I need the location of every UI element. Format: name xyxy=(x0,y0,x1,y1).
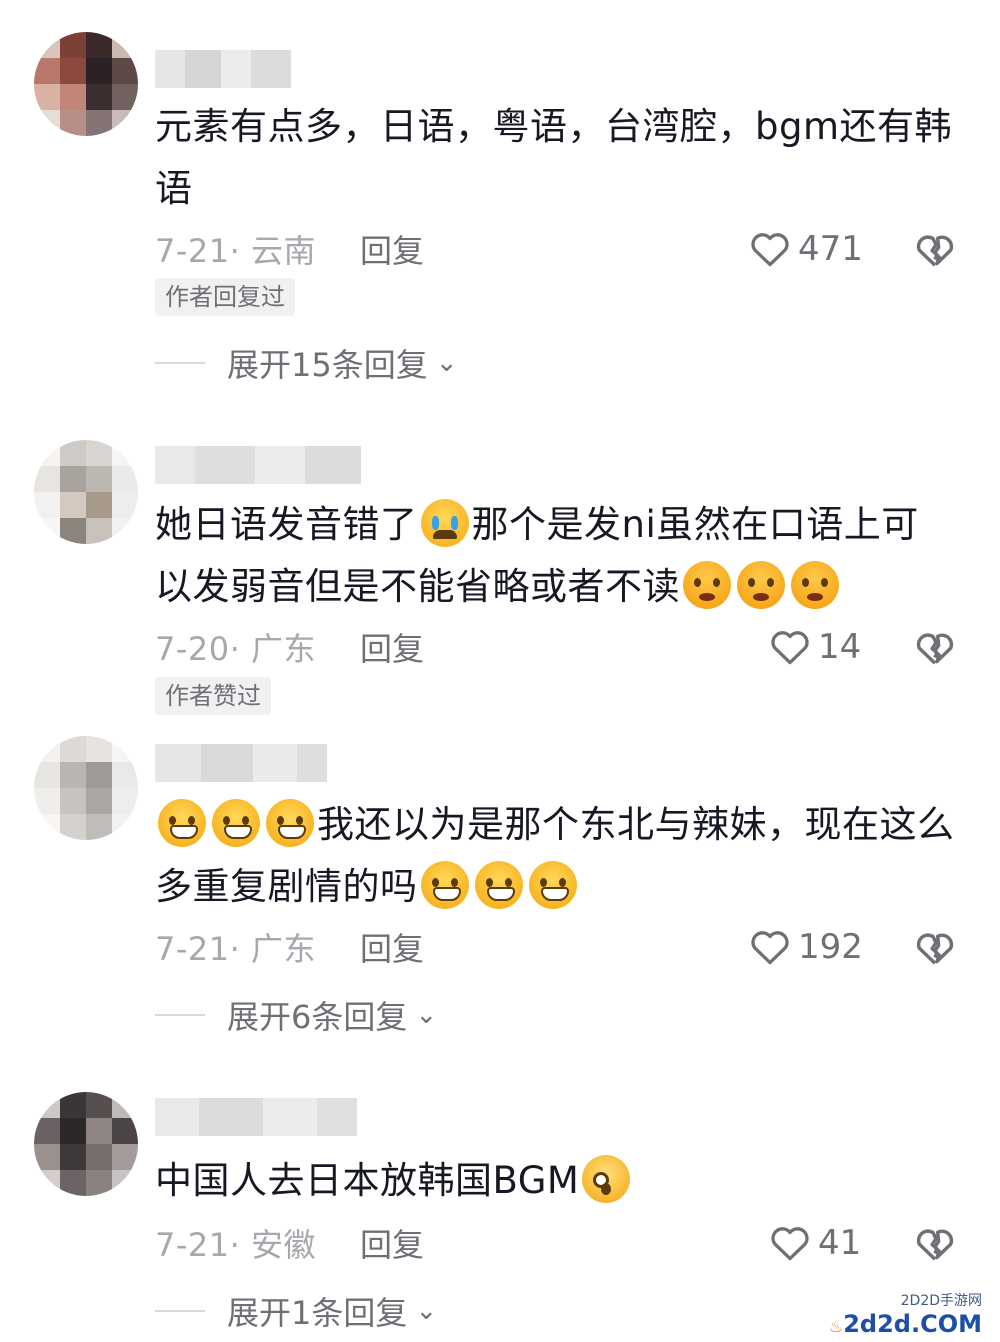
watermark-site-name: 2D2D手游网 xyxy=(900,1293,982,1309)
expand-label: 展开6条回复 xyxy=(227,998,408,1036)
grin-sweat-emoji-icon xyxy=(420,861,469,909)
reply-button[interactable]: 回复 xyxy=(360,924,424,970)
chevron-down-icon: ⌄ xyxy=(415,1296,438,1326)
expand-replies-button[interactable]: 展开15条回复 ⌄ xyxy=(155,338,458,388)
expand-label: 展开15条回复 xyxy=(227,346,428,384)
comment-date-location: 7-21· 广东 xyxy=(155,930,316,968)
broken-heart-icon[interactable] xyxy=(912,924,958,970)
heart-outline-icon xyxy=(751,931,789,965)
reply-button[interactable]: 回复 xyxy=(360,624,424,670)
heart-outline-icon xyxy=(771,631,809,665)
comment-text-part: 中国人去日本放韩国BGM xyxy=(155,1159,580,1202)
comment-meta: 7-21· 云南 回复 xyxy=(155,224,424,274)
comment-date-location: 7-21· 安徽 xyxy=(155,1226,316,1264)
comment-text: 我还以为是那个东北与辣妹，现在这么多重复剧情的吗 xyxy=(155,794,955,918)
username-blurred[interactable] xyxy=(155,446,361,484)
grin-sweat-emoji-icon xyxy=(528,861,577,909)
grin-sweat-emoji-icon xyxy=(158,799,206,847)
chevron-down-icon: ⌄ xyxy=(415,1000,438,1030)
shy-emoji-icon xyxy=(737,561,785,609)
comment-text-part: 她日语发音错了 xyxy=(155,503,418,546)
username-blurred[interactable] xyxy=(155,744,327,782)
comment-text: 中国人去日本放韩国BGM xyxy=(155,1150,955,1212)
avatar[interactable] xyxy=(34,736,138,840)
shy-emoji-icon xyxy=(791,561,839,609)
watermark-domain: 2d2d.COM xyxy=(843,1310,982,1338)
username-blurred[interactable] xyxy=(155,1098,357,1136)
like-button[interactable]: 471 xyxy=(748,224,863,274)
chevron-down-icon: ⌄ xyxy=(435,348,458,378)
divider xyxy=(155,1014,205,1016)
avatar[interactable] xyxy=(34,440,138,544)
expand-replies-button[interactable]: 展开6条回复 ⌄ xyxy=(155,990,437,1040)
avatar[interactable] xyxy=(34,1092,138,1196)
username-blurred[interactable] xyxy=(155,50,291,88)
comment-date-location: 7-21· 云南 xyxy=(155,232,316,270)
comment-meta: 7-21· 安徽 回复 xyxy=(155,1218,424,1268)
like-button[interactable]: 14 xyxy=(768,622,861,672)
comment-meta: 7-20· 广东 回复 xyxy=(155,622,424,672)
broken-heart-icon[interactable] xyxy=(912,624,958,670)
comment-date-location: 7-20· 广东 xyxy=(155,630,316,668)
crying-emoji-icon xyxy=(420,499,469,547)
expand-label: 展开1条回复 xyxy=(227,1294,408,1332)
divider xyxy=(155,1310,205,1312)
shocked-emoji-icon xyxy=(582,1155,631,1203)
shy-emoji-icon xyxy=(683,561,731,609)
comment-text: 她日语发音错了 那个是发ni虽然在口语上可以发弱音但是不能省略或者不读 xyxy=(155,494,955,618)
author-replied-tag: 作者回复过 xyxy=(155,278,295,316)
broken-heart-icon[interactable] xyxy=(912,226,958,272)
like-button[interactable]: 192 xyxy=(748,922,863,972)
grin-sweat-emoji-icon xyxy=(266,799,314,847)
site-watermark: 2D2D手游网 ♨2d2d.COM xyxy=(829,1290,982,1338)
grin-sweat-emoji-icon xyxy=(212,799,260,847)
broken-heart-icon[interactable] xyxy=(912,1220,958,1266)
heart-outline-icon xyxy=(771,1227,809,1261)
expand-replies-button[interactable]: 展开1条回复 ⌄ xyxy=(155,1286,437,1336)
reply-button[interactable]: 回复 xyxy=(360,226,424,272)
reply-button[interactable]: 回复 xyxy=(360,1220,424,1266)
grin-sweat-emoji-icon xyxy=(474,861,523,909)
like-count: 14 xyxy=(818,627,862,667)
like-button[interactable]: 41 xyxy=(768,1218,861,1268)
author-liked-tag: 作者赞过 xyxy=(155,677,271,715)
like-count: 192 xyxy=(798,927,863,967)
avatar[interactable] xyxy=(34,32,138,136)
comment-item: 元素有点多，日语，粤语，台湾腔，bgm还有韩语 7-21· 云南 回复 471 … xyxy=(0,0,1000,400)
heart-outline-icon xyxy=(751,233,789,267)
comment-text: 元素有点多，日语，粤语，台湾腔，bgm还有韩语 xyxy=(155,105,953,210)
comment-meta: 7-21· 广东 回复 xyxy=(155,922,424,972)
flame-logo-icon: ♨ xyxy=(828,1317,844,1336)
like-count: 41 xyxy=(818,1223,862,1263)
like-count: 471 xyxy=(798,229,863,269)
divider xyxy=(155,362,205,364)
